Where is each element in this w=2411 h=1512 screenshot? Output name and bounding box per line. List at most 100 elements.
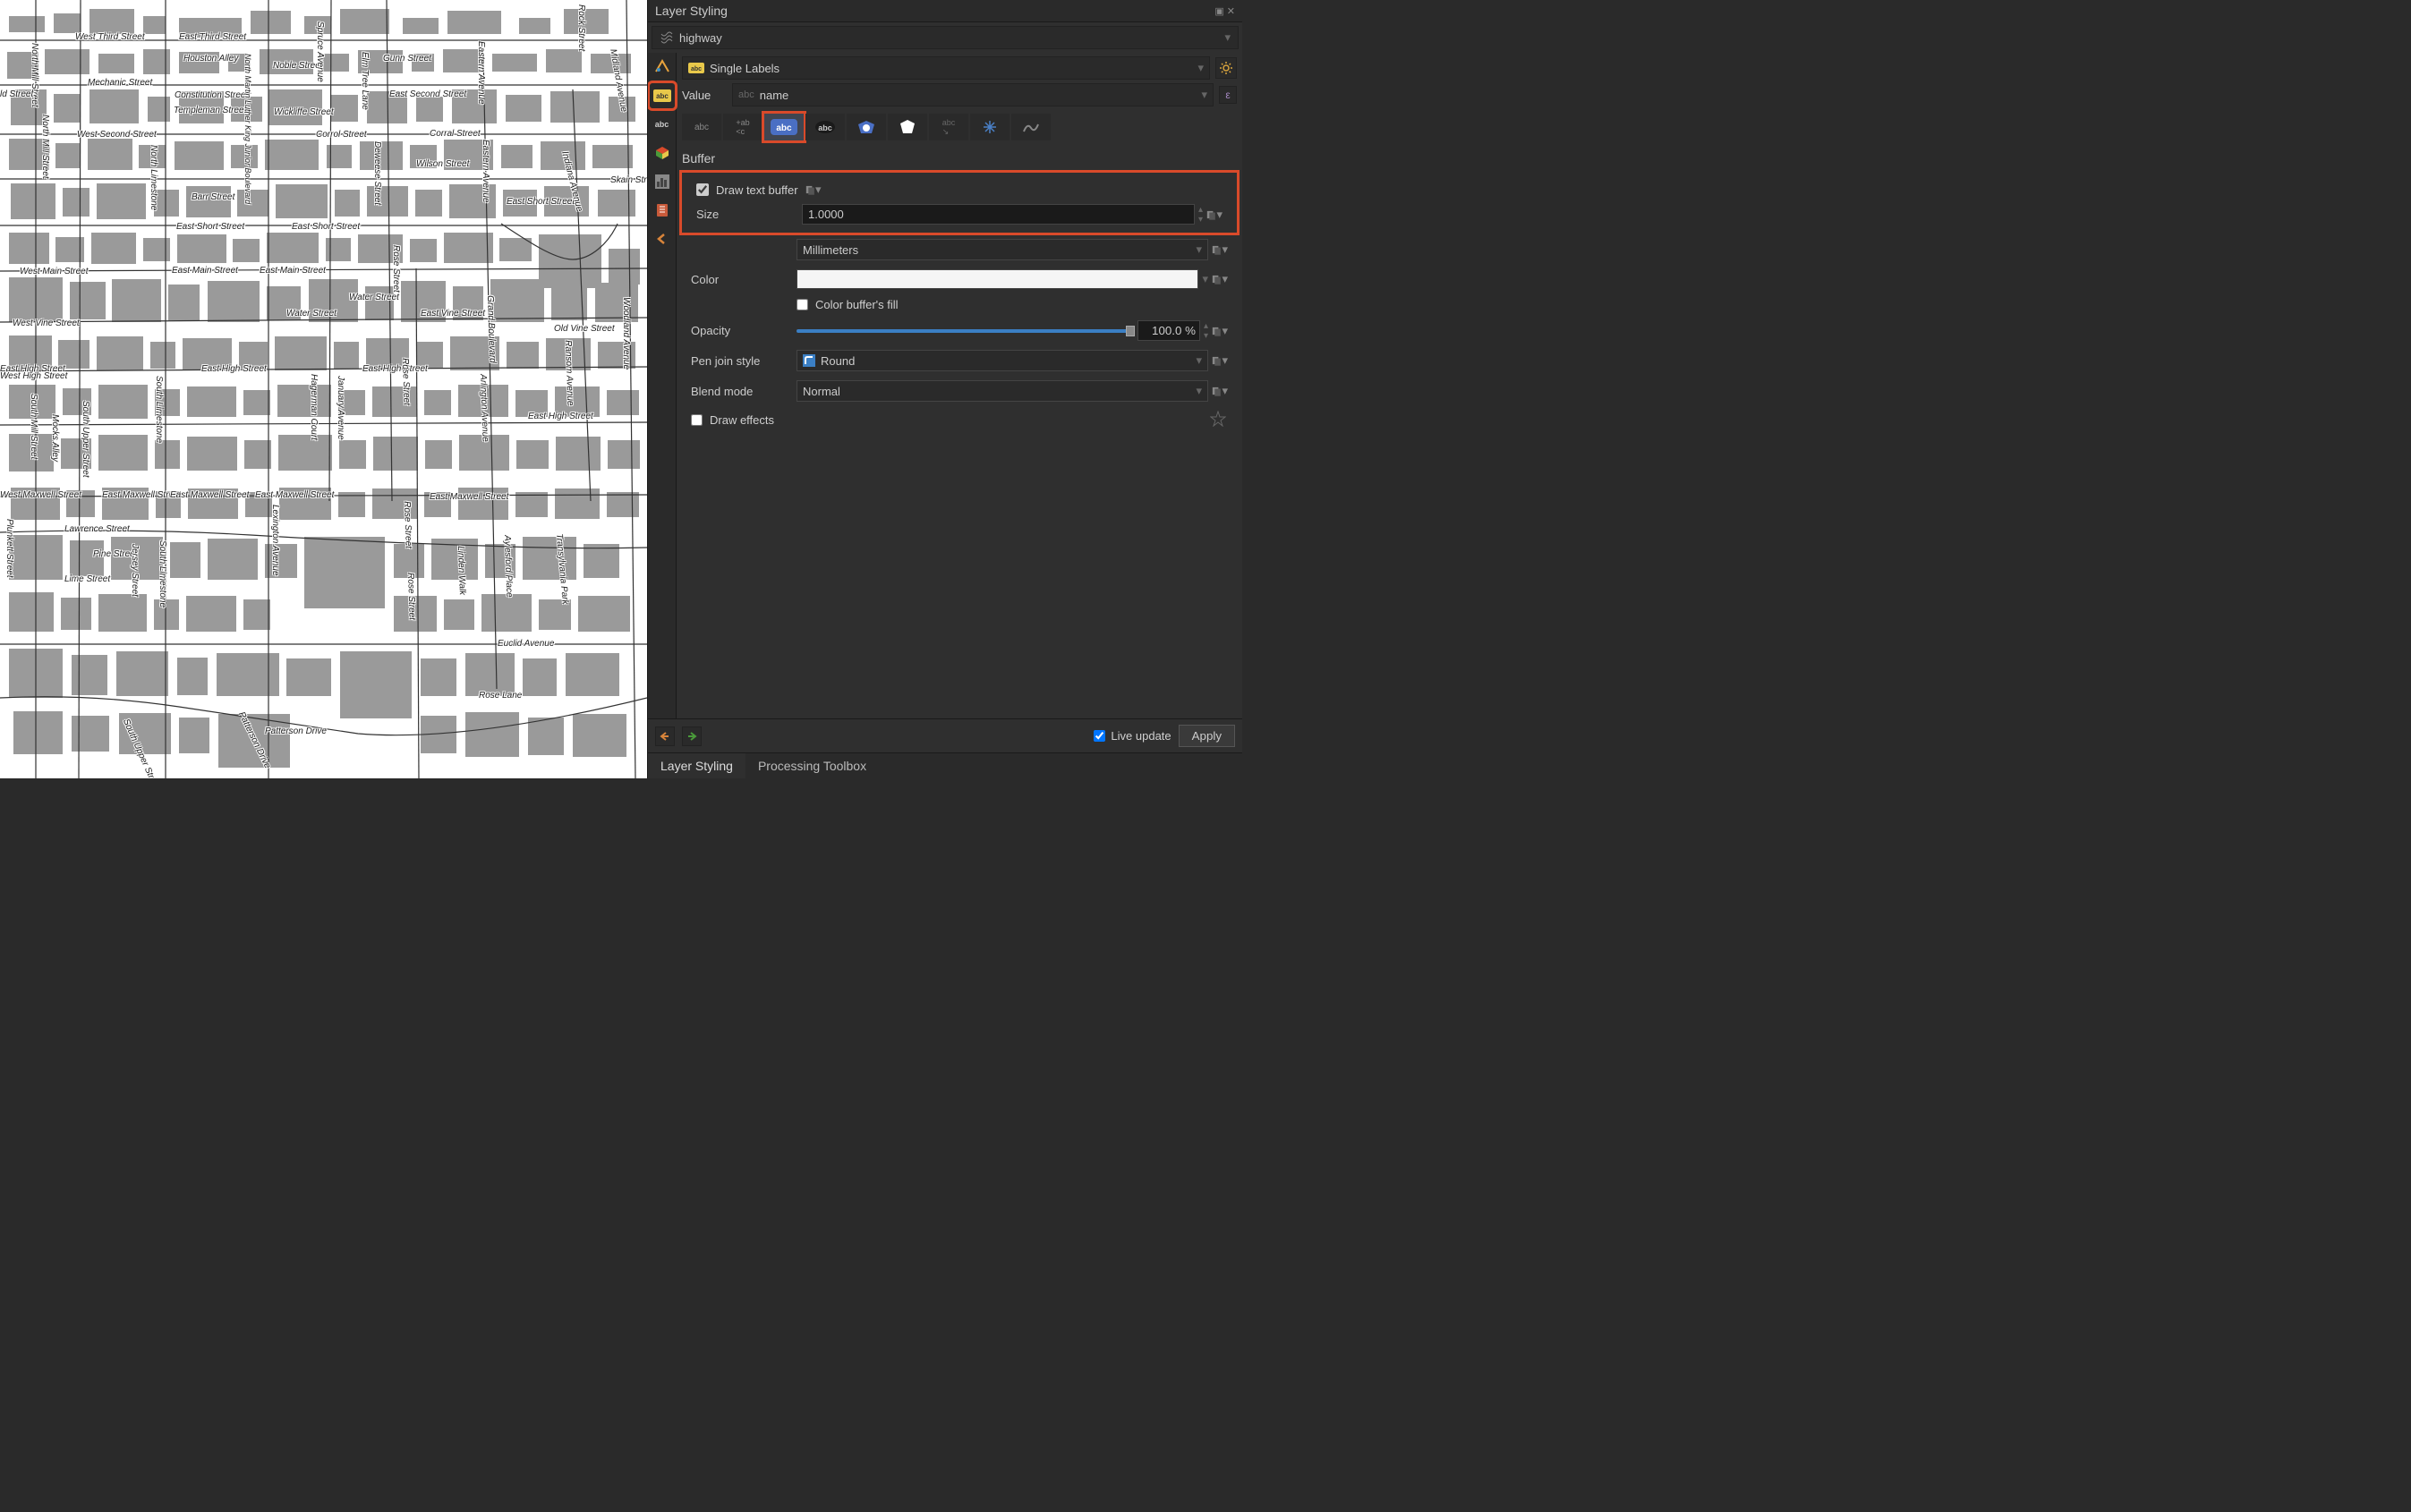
live-update-checkbox[interactable] — [1094, 730, 1105, 742]
value-field: name — [760, 89, 789, 102]
data-defined-icon[interactable]: ▾ — [1212, 383, 1228, 399]
street-label: West Second Street — [77, 130, 157, 140]
layer-styling-tab[interactable]: Layer Styling — [648, 753, 745, 778]
street-label: Corral Street — [430, 129, 481, 139]
pen-join-selector[interactable]: Round ▾ — [797, 350, 1208, 371]
svg-text:abc: abc — [691, 66, 702, 72]
data-defined-icon[interactable]: ▾ — [1212, 271, 1228, 287]
data-defined-icon[interactable]: ▾ — [805, 182, 822, 198]
mask-subtab[interactable]: abc — [805, 114, 845, 140]
panel-title: Layer Styling — [655, 4, 728, 18]
street-label: Patterson Drive — [265, 726, 327, 736]
layer-selector[interactable]: highway ▾ — [652, 26, 1239, 49]
value-field-selector[interactable]: abc name ▾ — [732, 83, 1214, 106]
street-label: West Third Street — [75, 32, 145, 42]
color-label: Color — [691, 273, 789, 286]
street-label: North Mill Street — [40, 115, 50, 179]
3d-view-tab[interactable] — [650, 140, 675, 166]
street-label: East High Street — [201, 364, 267, 374]
street-label: East Short Street — [176, 222, 244, 232]
live-update-toggle[interactable]: Live update — [1094, 729, 1171, 743]
buffer-subtab[interactable]: abc — [764, 114, 804, 140]
street-label: Jersey Street — [130, 544, 140, 597]
street-label: East Maxwell Street — [255, 490, 334, 500]
size-label: Size — [696, 208, 795, 221]
street-label: West High Street — [0, 371, 67, 381]
street-label: East Short Street — [292, 222, 360, 232]
street-label: East Second Street — [389, 89, 466, 99]
label-settings-button[interactable] — [1215, 57, 1237, 79]
street-label: Rose Street — [405, 573, 417, 620]
street-label: East High Street — [362, 364, 428, 374]
layer-styling-panel: Layer Styling ▣ ✕ highway ▾ abc abc — [647, 0, 1242, 778]
diagrams-tab[interactable] — [650, 169, 675, 194]
text-subtab[interactable]: abc — [682, 114, 721, 140]
redo-button[interactable] — [682, 726, 702, 746]
pen-join-value: Round — [821, 354, 855, 368]
street-label: West Main Street — [20, 267, 89, 276]
data-defined-icon[interactable]: ▾ — [1212, 353, 1228, 369]
dock-controls[interactable]: ▣ ✕ — [1214, 5, 1235, 17]
street-label: East Third Street — [179, 32, 246, 42]
street-label: Wilson Street — [416, 159, 469, 169]
apply-button[interactable]: Apply — [1179, 725, 1235, 747]
expression-button[interactable]: ε — [1219, 86, 1237, 104]
street-label: Rose Lane — [479, 691, 522, 701]
street-label: Rose Street — [400, 358, 412, 405]
street-label: East Maxwell Street — [430, 492, 508, 502]
street-label: Mocks Alley — [50, 414, 60, 462]
vertical-tabs: abc abc — [648, 53, 677, 718]
background-subtab[interactable] — [847, 114, 886, 140]
label-mode-text: Single Labels — [710, 62, 780, 75]
data-defined-icon[interactable]: ▾ — [1206, 207, 1223, 223]
size-input[interactable] — [802, 204, 1195, 225]
masks-tab[interactable]: abc — [650, 112, 675, 137]
undo-tab[interactable] — [650, 226, 675, 251]
highlight-box: Draw text buffer ▾ Size ▴▾ ▾ — [679, 170, 1240, 235]
panel-title-bar: Layer Styling ▣ ✕ — [648, 0, 1242, 22]
color-buffer-fill-checkbox[interactable] — [797, 299, 808, 310]
placement-subtab[interactable] — [970, 114, 1010, 140]
undo-button[interactable] — [655, 726, 675, 746]
street-label: East Vine Street — [421, 309, 485, 319]
label-mode-selector[interactable]: abc Single Labels ▾ — [682, 56, 1210, 80]
street-label: Water Street — [286, 309, 337, 319]
svg-text:abc: abc — [818, 123, 832, 132]
symbology-tab[interactable] — [650, 55, 675, 80]
size-unit-value: Millimeters — [803, 243, 858, 257]
buffer-section-title: Buffer — [682, 148, 1237, 169]
processing-toolbox-tab[interactable]: Processing Toolbox — [745, 753, 879, 778]
street-label: South Mill Street — [29, 394, 38, 459]
value-hint: abc — [738, 89, 754, 100]
color-picker[interactable] — [797, 269, 1198, 289]
label-subtabs: abc +ab<c abc abc abc↘ — [682, 110, 1237, 144]
data-defined-icon[interactable]: ▾ — [1212, 242, 1228, 258]
rendering-subtab[interactable] — [1011, 114, 1051, 140]
street-label: Wickliffe Street — [274, 107, 334, 117]
draw-text-buffer-checkbox[interactable] — [696, 183, 709, 196]
color-buffer-fill-label: Color buffer's fill — [815, 298, 899, 311]
street-label: ld Street — [0, 89, 33, 99]
shadow-subtab[interactable] — [888, 114, 927, 140]
effects-star-icon[interactable] — [1210, 411, 1228, 429]
blend-mode-selector[interactable]: Normal ▾ — [797, 380, 1208, 402]
data-defined-icon[interactable]: ▾ — [1212, 323, 1228, 339]
callouts-subtab[interactable]: abc↘ — [929, 114, 968, 140]
street-label: Plunkett Street — [4, 519, 14, 578]
pen-join-label: Pen join style — [691, 354, 789, 368]
street-label: East Main Street — [260, 266, 326, 276]
street-label: South Limestone — [154, 376, 164, 443]
street-label: Rock Street — [576, 4, 586, 51]
draw-effects-checkbox[interactable] — [691, 414, 703, 426]
opacity-slider[interactable] — [797, 329, 1134, 333]
size-unit-selector[interactable]: Millimeters ▾ — [797, 239, 1208, 260]
draw-text-buffer-label: Draw text buffer — [716, 183, 798, 197]
street-label: North Limestone — [149, 145, 158, 210]
history-tab[interactable] — [650, 198, 675, 223]
street-label: Euclid Avenue — [498, 639, 554, 649]
labels-tab[interactable]: abc — [650, 83, 675, 108]
bottom-tabs: Layer Styling Processing Toolbox — [648, 752, 1242, 778]
map-canvas[interactable]: West Third Street East Third Street Hous… — [0, 0, 647, 778]
opacity-input[interactable] — [1137, 320, 1200, 341]
formatting-subtab[interactable]: +ab<c — [723, 114, 762, 140]
